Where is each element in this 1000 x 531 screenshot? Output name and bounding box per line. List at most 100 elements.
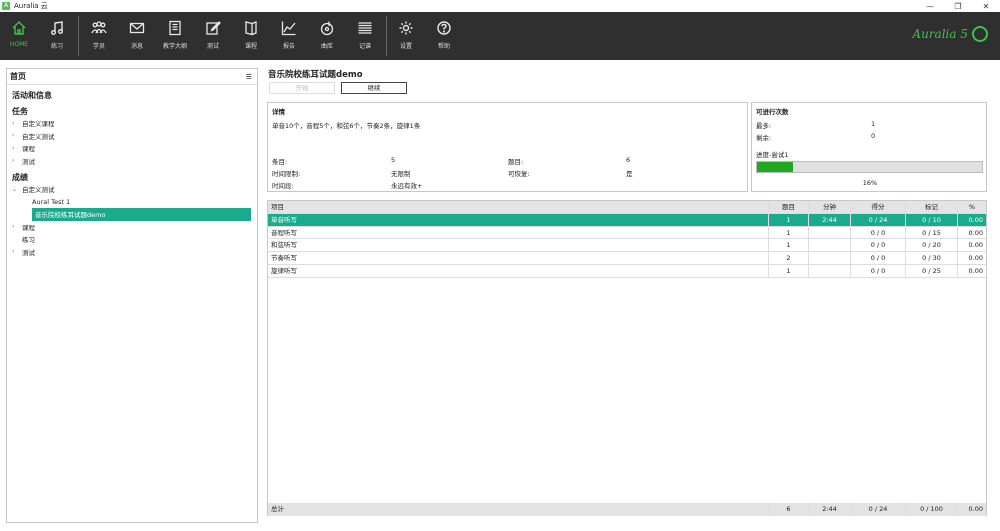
table-row[interactable]: 和弦听写 1 0 / 0 0 / 20 0.00 bbox=[268, 239, 986, 253]
cell-percent: 0.00 bbox=[968, 215, 983, 224]
tree-item-grades-custom-test[interactable]: ⌄ 自定义测试 bbox=[12, 183, 257, 196]
tree-item-grades-course[interactable]: › 课程 bbox=[12, 221, 257, 234]
max-attempts-label: 最多: bbox=[756, 122, 772, 130]
minimize-button[interactable]: — bbox=[916, 0, 944, 12]
cell-percent: 0.00 bbox=[968, 267, 983, 275]
app-logo-icon: A bbox=[2, 2, 10, 10]
table-header: 项目 题目 分钟 得分 标记 % bbox=[268, 201, 986, 214]
line-chart-icon bbox=[281, 21, 296, 36]
progress-bar bbox=[756, 161, 983, 173]
column-header-minutes[interactable]: 分钟 bbox=[809, 201, 851, 213]
cell-mark: 0 / 25 bbox=[906, 265, 958, 277]
total-questions: 6 bbox=[769, 503, 809, 516]
total-label: 总计 bbox=[268, 503, 769, 516]
cell-minutes bbox=[809, 265, 851, 277]
total-minutes: 2:44 bbox=[809, 503, 851, 516]
chevron-right-icon[interactable]: › bbox=[12, 120, 22, 127]
toolbar-settings-button[interactable]: 设置 bbox=[387, 12, 425, 60]
window-controls: — ❐ ✕ bbox=[916, 0, 1000, 12]
progress-percent: 16% bbox=[862, 179, 878, 187]
tree-item-course[interactable]: › 课程 bbox=[12, 142, 257, 155]
toolbar-divider bbox=[78, 16, 79, 56]
cell-score: 0 / 0 bbox=[851, 252, 906, 264]
attempts-title: 可进行次数 bbox=[756, 108, 789, 116]
results-table: 项目 题目 分钟 得分 标记 % 单音听写 1 2:44 0 / 24 0 / … bbox=[267, 200, 987, 516]
toolbar-notation-button[interactable]: 记谱 bbox=[346, 12, 384, 60]
sidebar-section-tasks[interactable]: 任务 bbox=[12, 106, 257, 117]
disc-icon bbox=[320, 21, 334, 36]
tree-item-aural-test-1[interactable]: Aural Test 1 bbox=[12, 196, 257, 209]
title-bar: A Auralia 云 — ❐ ✕ bbox=[0, 0, 1000, 12]
column-header-percent[interactable]: % bbox=[958, 201, 986, 213]
table-row[interactable]: 旋律听写 1 0 / 0 0 / 25 0.00 bbox=[268, 265, 986, 278]
column-header-mark[interactable]: 标记 bbox=[906, 201, 958, 213]
page-title: 音乐院校练耳试题demo bbox=[268, 70, 363, 80]
brand-swirl-icon bbox=[972, 26, 988, 42]
toolbar-test-button[interactable]: 测试 bbox=[194, 12, 232, 60]
column-header-item[interactable]: 项目 bbox=[268, 201, 769, 213]
continue-button[interactable]: 继续 bbox=[341, 82, 407, 94]
table-row[interactable]: 节奏听写 2 0 / 0 0 / 30 0.00 bbox=[268, 252, 986, 265]
tree-item-test[interactable]: › 测试 bbox=[12, 155, 257, 168]
table-row[interactable]: 音程听写 1 0 / 0 0 / 15 0.00 bbox=[268, 226, 986, 240]
tree-item-custom-course[interactable]: › 自定义课程 bbox=[12, 117, 257, 130]
tree-item-grades-practice[interactable]: 练习 bbox=[12, 233, 257, 246]
maximize-button[interactable]: ❐ bbox=[944, 0, 972, 12]
list-menu-icon[interactable]: ☰ bbox=[246, 73, 252, 81]
details-panel: 详情 单音10个，音程5个，和弦6个，节奏2条，旋律1条 条目: 5 题目: 6… bbox=[267, 102, 748, 192]
close-button[interactable]: ✕ bbox=[972, 0, 1000, 12]
remaining-value: 0 bbox=[871, 132, 876, 140]
toolbar-practice-button[interactable]: 练习 bbox=[38, 12, 76, 60]
time-limit-value: 无限制 bbox=[391, 170, 411, 178]
resumable-value: 是 bbox=[626, 170, 633, 178]
cell-score: 0 / 24 bbox=[851, 213, 906, 226]
cell-item: 单音听写 bbox=[268, 213, 769, 226]
brand-logo: Auralia 5 bbox=[912, 26, 988, 42]
users-icon bbox=[91, 21, 107, 34]
details-description: 单音10个，音程5个，和弦6个，节奏2条，旋律1条 bbox=[272, 122, 421, 130]
toolbar-help-button[interactable]: 帮助 bbox=[425, 12, 463, 60]
toolbar-students-button[interactable]: 学员 bbox=[80, 12, 118, 60]
cell-mark: 0 / 30 bbox=[906, 252, 958, 264]
gear-icon bbox=[399, 21, 413, 35]
table-row[interactable]: 单音听写 1 2:44 0 / 24 0 / 10 0.00 bbox=[268, 213, 986, 227]
cell-score: 0 / 0 bbox=[851, 239, 906, 252]
remaining-label: 剩余: bbox=[756, 134, 772, 142]
toolbar-home-button[interactable]: HOME bbox=[0, 12, 38, 60]
chevron-right-icon[interactable]: › bbox=[12, 157, 22, 164]
cell-percent: 0.00 bbox=[968, 228, 983, 237]
chevron-right-icon[interactable]: › bbox=[12, 223, 22, 230]
cell-minutes bbox=[809, 252, 851, 264]
toolbar-courses-button[interactable]: 课程 bbox=[232, 12, 270, 60]
period-value: 永远有效+ bbox=[391, 182, 423, 190]
open-book-icon bbox=[245, 21, 257, 36]
tree-item-selected-demo[interactable]: 音乐院校练耳试题demo bbox=[32, 208, 251, 221]
progress-bar-fill bbox=[757, 162, 793, 172]
column-header-questions[interactable]: 题目 bbox=[769, 201, 809, 213]
toolbar-reports-button[interactable]: 报告 bbox=[270, 12, 308, 60]
action-tabs: 开始 继续 bbox=[269, 82, 993, 94]
cell-minutes bbox=[809, 226, 851, 239]
chevron-right-icon[interactable]: › bbox=[12, 132, 22, 139]
max-attempts-value: 1 bbox=[871, 120, 876, 128]
start-button[interactable]: 开始 bbox=[269, 82, 335, 94]
total-mark: 0 / 100 bbox=[906, 503, 958, 516]
sidebar-section-grades[interactable]: 成绩 bbox=[12, 172, 257, 183]
cell-percent: 0.00 bbox=[968, 241, 983, 250]
toolbar-library-button[interactable]: 曲库 bbox=[308, 12, 346, 60]
cell-questions: 1 bbox=[769, 226, 809, 239]
chevron-right-icon[interactable]: › bbox=[12, 248, 22, 255]
tree-item-custom-test[interactable]: › 自定义测试 bbox=[12, 130, 257, 143]
tree-item-grades-test[interactable]: › 测试 bbox=[12, 246, 257, 259]
items-label: 条目: bbox=[272, 158, 288, 166]
sidebar-section-activity[interactable]: 活动和信息 bbox=[12, 90, 257, 101]
toolbar-messages-button[interactable]: 消息 bbox=[118, 12, 156, 60]
details-title: 详情 bbox=[272, 108, 285, 116]
cell-mark: 0 / 15 bbox=[906, 226, 958, 239]
resumable-label: 可恢复: bbox=[508, 170, 530, 178]
column-header-score[interactable]: 得分 bbox=[851, 201, 906, 213]
chevron-down-icon[interactable]: ⌄ bbox=[12, 186, 22, 193]
sidebar-header: 首页 ☰ bbox=[7, 69, 257, 85]
toolbar-syllabus-button[interactable]: 教学大纲 bbox=[156, 12, 194, 60]
chevron-right-icon[interactable]: › bbox=[12, 145, 22, 152]
